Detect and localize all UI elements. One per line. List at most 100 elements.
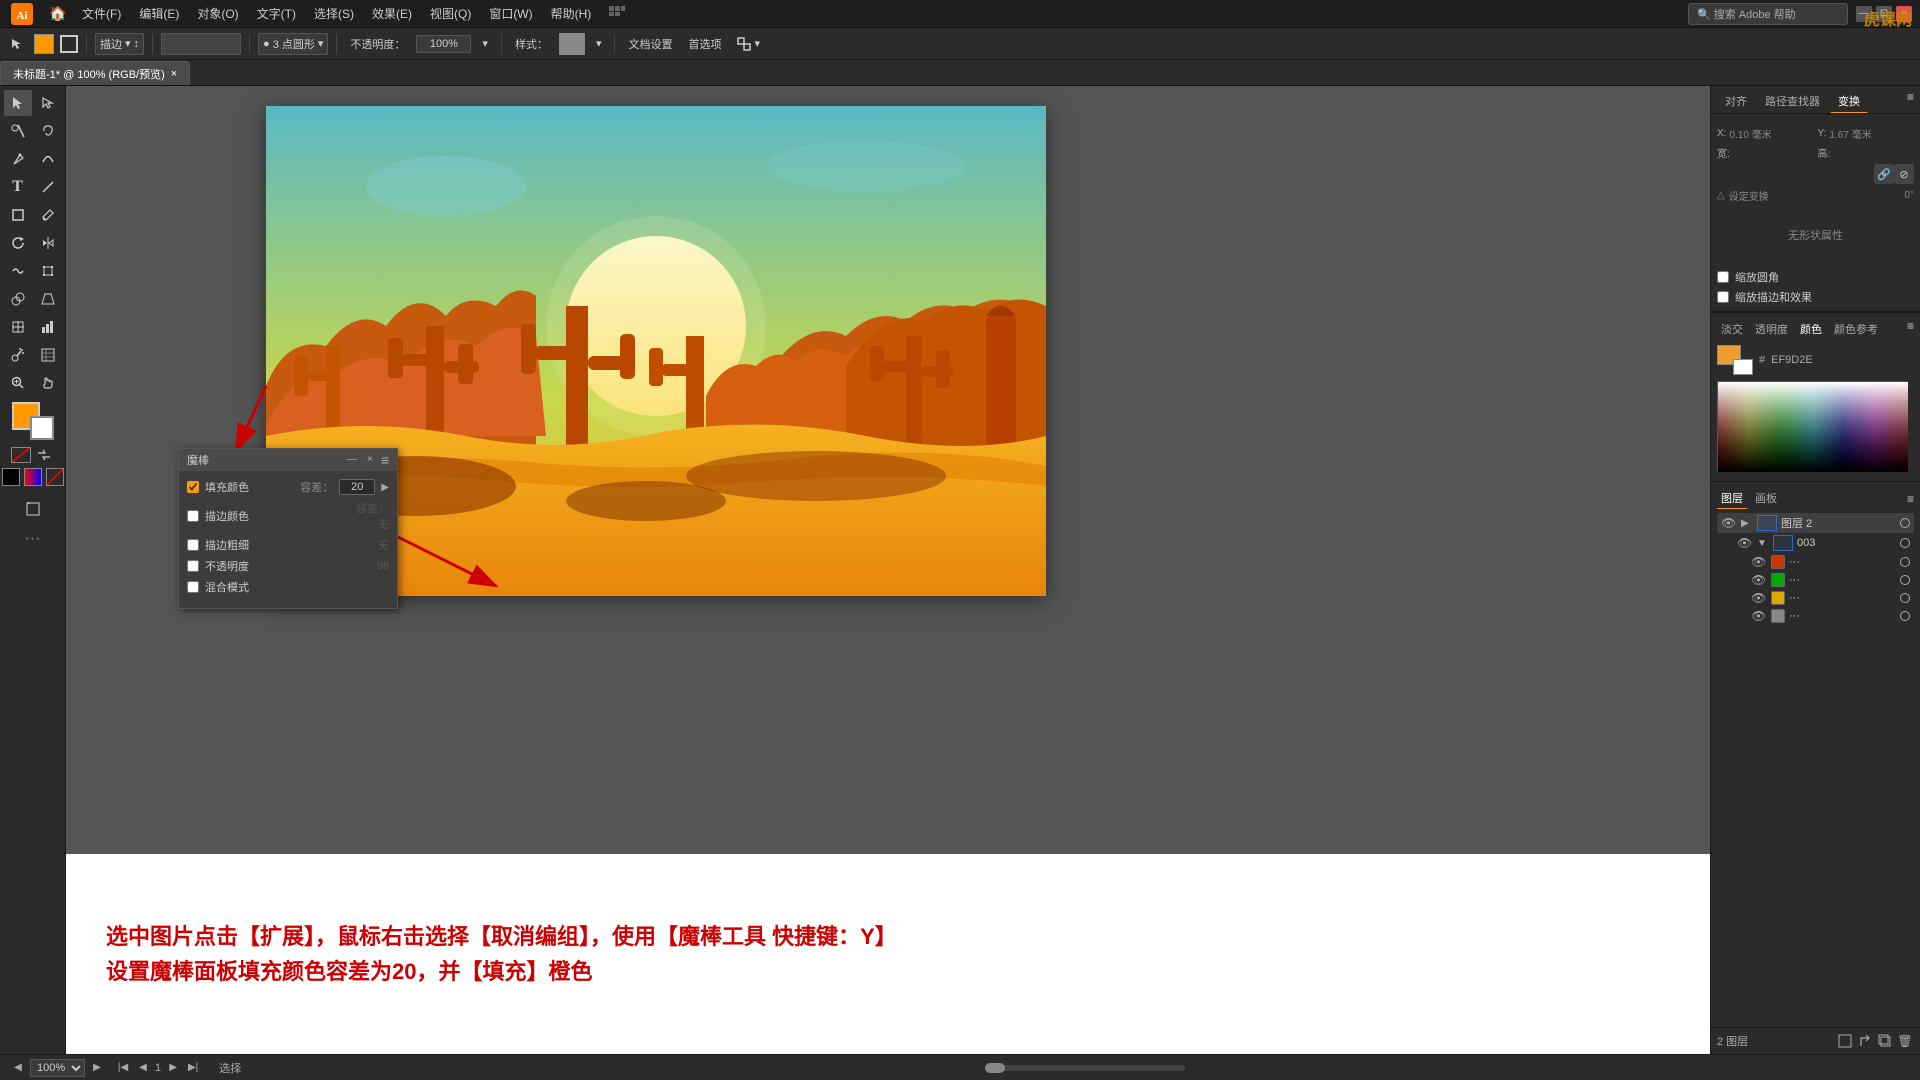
zoom-select[interactable]: 100% 50% 200% [30,1059,85,1077]
layer-green-circle[interactable] [1900,575,1910,585]
make-sublayer-btn[interactable] [1836,1032,1854,1050]
no-fill-btn[interactable] [11,447,31,463]
layers-tab[interactable]: 图层 [1717,488,1747,509]
prev-page-btn[interactable]: ◀ [135,1060,151,1076]
selection-tool[interactable] [4,90,32,116]
copy-layer-btn[interactable] [1876,1032,1894,1050]
color-mode-gradient[interactable] [24,468,42,486]
layer-003-item[interactable]: 👁 ▼ 003 [1717,533,1914,553]
layer-yellow-circle[interactable] [1900,593,1910,603]
type-tool[interactable]: T [4,174,32,200]
zoom-in-btn[interactable]: ▶ [89,1060,105,1076]
panel-options-icon[interactable]: ≡ [1907,90,1914,113]
opacity-tab[interactable]: 透明度 [1751,319,1792,339]
layer-red-eye[interactable]: 👁 [1751,555,1767,569]
opacity-checkbox[interactable] [187,560,199,572]
layer-2-eye[interactable]: 👁 [1721,516,1737,530]
stroke-width-checkbox[interactable] [187,539,199,551]
layer-2-item[interactable]: 👁 ▶ 图层 2 [1717,513,1914,533]
canvas-area[interactable]: 魔棒 — × ≡ 填充颜色 容差： ▶ [66,86,1710,1054]
layer-green-eye[interactable]: 👁 [1751,573,1767,587]
fill-tolerance-arrow[interactable]: ▶ [381,482,389,493]
layer-2-expand[interactable]: ▶ [1741,518,1753,529]
align-tab[interactable]: 对齐 [1717,90,1755,113]
symbol-sprayer-tool[interactable] [4,342,32,368]
transform-tab[interactable]: 变换 [1830,90,1868,113]
color-mode-none[interactable] [46,468,64,486]
zoom-tool[interactable] [4,370,32,396]
pen-tool[interactable] [4,146,32,172]
color-tab[interactable]: 颜色 [1796,319,1826,339]
search-bar[interactable]: 🔍 搜索 Adobe 帮助 [1688,3,1848,25]
scale-corners-checkbox[interactable] [1717,271,1729,283]
tab-close-btn[interactable]: × [171,68,177,80]
lasso-tool[interactable] [34,118,62,144]
slice-tool[interactable] [34,342,62,368]
color-guide-tab[interactable]: 颜色参考 [1830,319,1882,339]
transform-options-btn[interactable]: ⊘ [1894,164,1914,184]
layer-green-item[interactable]: 👁 ··· [1717,571,1914,589]
background-color[interactable] [30,416,54,440]
layer-gray-eye[interactable]: 👁 [1751,609,1767,623]
menu-window[interactable]: 窗口(W) [481,3,540,24]
doc-setup-btn[interactable]: 文档设置 [623,34,677,54]
magic-wand-panel-header[interactable]: 魔棒 — × ≡ [179,449,397,471]
layer-red-item[interactable]: 👁 ··· [1717,553,1914,571]
layers-menu-icon[interactable]: ≡ [1907,492,1914,506]
swap-colors-btn[interactable] [34,447,54,463]
menu-object[interactable]: 对象(O) [189,3,246,24]
opacity-input[interactable]: 100% [416,35,471,53]
tool-selector[interactable] [6,36,28,52]
menu-text[interactable]: 文字(T) [249,3,304,24]
harmony-tab[interactable]: 淡交 [1717,319,1747,339]
artboard-tool[interactable] [19,496,47,522]
rect-tool[interactable] [4,202,32,228]
magic-wand-tool[interactable] [4,118,32,144]
document-tab[interactable]: 未标题-1* @ 100% (RGB/预览) × [0,61,190,85]
style-swatch[interactable] [559,33,585,55]
layer-003-expand[interactable]: ▼ [1757,538,1769,549]
reflect-tool[interactable] [34,230,62,256]
hand-tool[interactable] [34,370,62,396]
menu-effect[interactable]: 效果(E) [364,3,420,24]
mesh-tool[interactable] [4,314,32,340]
layer-red-circle[interactable] [1900,557,1910,567]
layer-yellow-item[interactable]: 👁 ··· [1717,589,1914,607]
layer-003-eye[interactable]: 👁 [1737,536,1753,550]
prefs-btn[interactable]: 首选项 [683,34,726,54]
layer-gray-circle[interactable] [1900,611,1910,621]
layer-2-circle[interactable] [1900,518,1910,528]
panel-close-btn[interactable]: × [363,452,377,466]
menu-help[interactable]: 帮助(H) [543,3,600,24]
panel-menu-icon[interactable]: ≡ [381,452,389,468]
warp-tool[interactable] [4,258,32,284]
layer-yellow-eye[interactable]: 👁 [1751,591,1767,605]
menu-view[interactable]: 视图(Q) [422,3,479,24]
rotate-tool[interactable] [4,230,32,256]
menu-select[interactable]: 选择(S) [306,3,362,24]
blend-mode-checkbox[interactable] [187,581,199,593]
color-menu-icon[interactable]: ≡ [1907,319,1914,339]
fill-color-checkbox[interactable] [187,481,199,493]
free-transform-tool[interactable] [34,258,62,284]
menu-edit[interactable]: 编辑(E) [131,3,187,24]
paintbrush-tool[interactable] [34,202,62,228]
more-tools-btn[interactable]: ··· [19,526,47,552]
move-to-new-btn[interactable] [1856,1032,1874,1050]
stroke-style-dropdown[interactable]: 描边 ▾ ↕ [95,33,144,55]
fill-tolerance-input[interactable] [339,479,375,495]
arrange-btn[interactable]: ▾ [732,35,765,53]
shape-builder-tool[interactable] [4,286,32,312]
home-btn[interactable]: 🏠 [44,1,72,27]
zoom-out-btn[interactable]: ◀ [10,1060,26,1076]
opacity-arrow[interactable]: ▾ [477,35,493,52]
color-mode-fill[interactable] [2,468,20,486]
perspective-tool[interactable] [34,286,62,312]
progress-thumb[interactable] [985,1063,1005,1073]
stroke-color-swatch[interactable] [60,35,78,53]
curvature-tool[interactable] [34,146,62,172]
first-page-btn[interactable]: |◀ [115,1060,131,1076]
style-arrow[interactable]: ▾ [591,35,607,52]
next-page-btn[interactable]: ▶ [165,1060,181,1076]
bg-swatch[interactable] [1733,359,1753,375]
